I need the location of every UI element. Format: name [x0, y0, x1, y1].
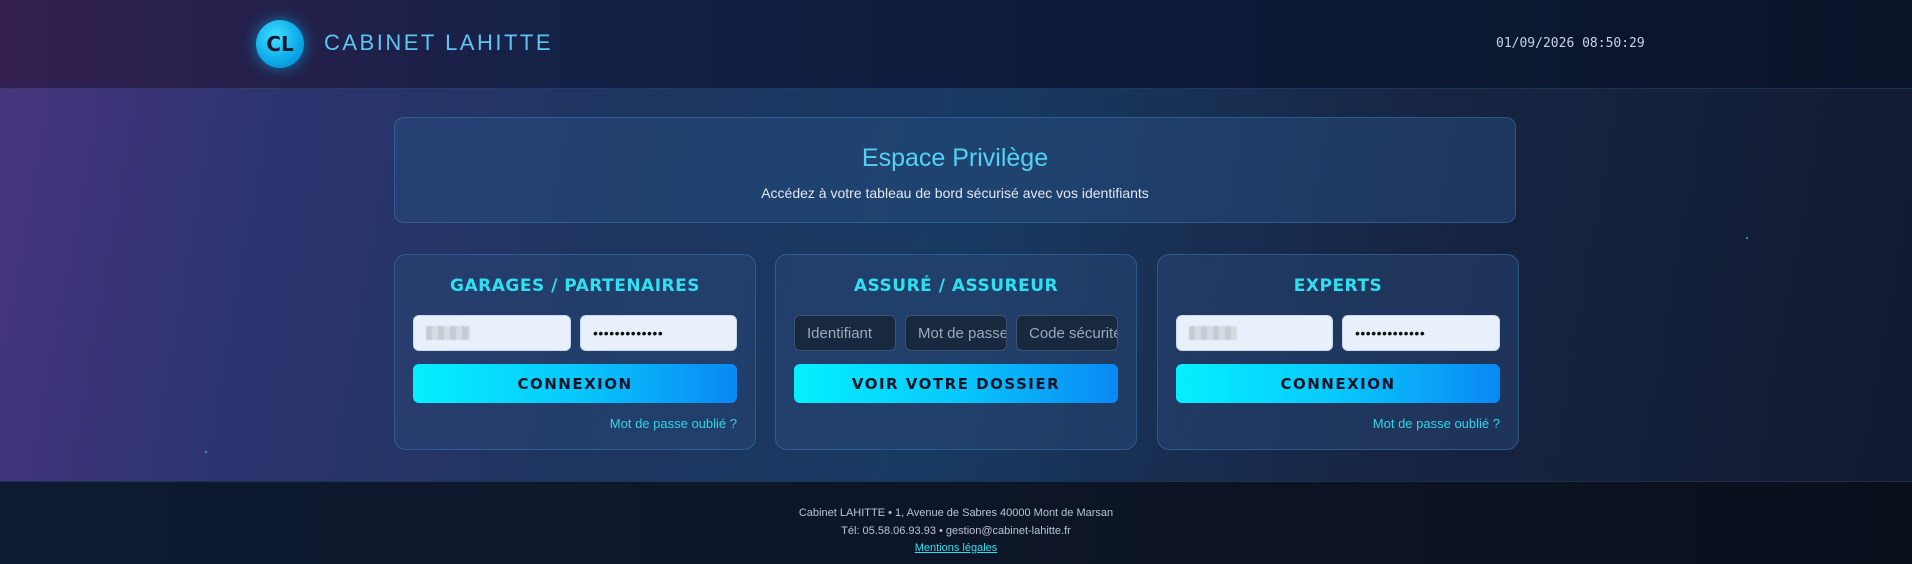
- sparkle-decoration: [205, 451, 207, 453]
- footer-address: Cabinet LAHITTE • 1, Avenue de Sabres 40…: [798, 507, 1114, 519]
- login-button[interactable]: CONNEXION: [413, 364, 737, 403]
- login-button[interactable]: CONNEXION: [1176, 364, 1500, 403]
- page-footer: Cabinet LAHITTE • 1, Avenue de Sabres 40…: [0, 481, 1912, 564]
- card-title: GARAGES / PARTENAIRES: [450, 276, 700, 296]
- identifier-input[interactable]: Identifiant: [794, 315, 896, 351]
- top-header: CL CABINET LAHITTE 01/09/2026 08:50:29: [0, 0, 1912, 89]
- identifier-placeholder: Identifiant: [807, 324, 873, 342]
- password-input[interactable]: Mot de passe: [905, 315, 1007, 351]
- login-card-experts: EXPERTS ••••••••••••• CONNEXION Mot de p…: [1157, 254, 1519, 450]
- hero-panel: Espace Privilège Accédez à votre tableau…: [394, 117, 1516, 223]
- password-placeholder: Mot de passe: [918, 324, 1007, 342]
- password-input[interactable]: •••••••••••••: [580, 315, 737, 351]
- redacted-username: [1189, 326, 1237, 340]
- view-file-button[interactable]: VOIR VOTRE DOSSIER: [794, 364, 1118, 403]
- username-input[interactable]: [413, 315, 571, 351]
- login-card-assure: ASSURÉ / ASSUREUR Identifiant Mot de pas…: [775, 254, 1137, 450]
- login-card-garages: GARAGES / PARTENAIRES ••••••••••••• CONN…: [394, 254, 756, 450]
- brand-name: CABINET LAHITTE: [324, 30, 554, 55]
- sparkle-decoration: [1746, 237, 1748, 239]
- security-code-input[interactable]: Code sécurité: [1016, 315, 1118, 351]
- footer-contact: Tél: 05.58.06.93.93 • gestion@cabinet-la…: [841, 525, 1071, 537]
- datetime-display: 01/09/2026 08:50:29: [1496, 36, 1645, 51]
- username-input[interactable]: [1176, 315, 1333, 351]
- footer-legal: Mentions légales: [0, 542, 1912, 554]
- logo-badge: CL: [256, 20, 304, 68]
- legal-notice-link[interactable]: Mentions légales: [915, 542, 998, 554]
- password-input[interactable]: •••••••••••••: [1342, 315, 1500, 351]
- password-mask: •••••••••••••: [1355, 325, 1426, 341]
- hero-subtitle: Accédez à votre tableau de bord sécurisé…: [761, 185, 1149, 201]
- card-title: ASSURÉ / ASSUREUR: [853, 276, 1059, 296]
- forgot-password-link[interactable]: Mot de passe oublié ?: [610, 416, 737, 431]
- password-mask: •••••••••••••: [593, 325, 664, 341]
- forgot-password-link[interactable]: Mot de passe oublié ?: [1373, 416, 1500, 431]
- card-title: EXPERTS: [1293, 276, 1383, 296]
- security-code-placeholder: Code sécurité: [1029, 324, 1118, 342]
- hero-title: Espace Privilège: [861, 144, 1049, 172]
- redacted-username: [426, 326, 470, 340]
